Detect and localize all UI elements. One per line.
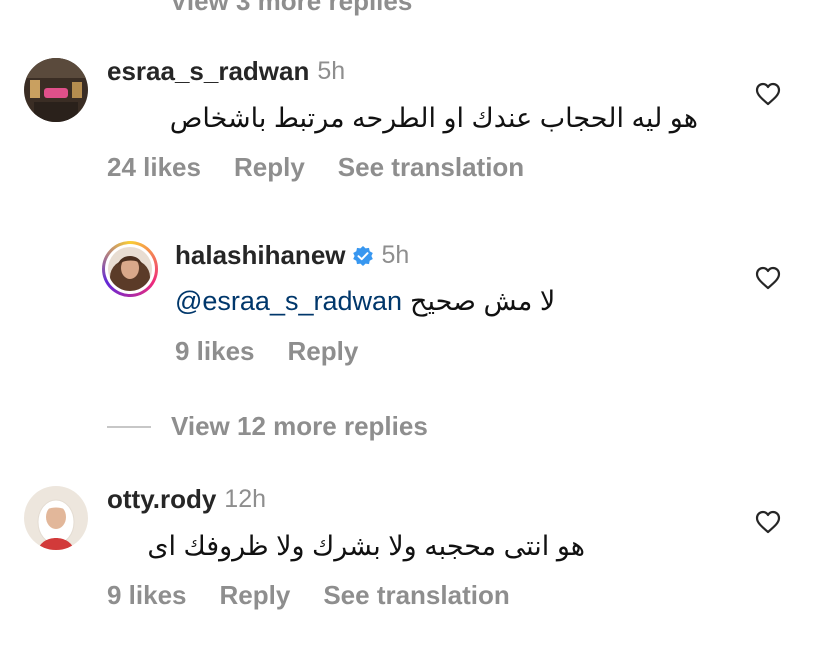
comment-actions: 9 likes Reply	[175, 336, 358, 367]
avatar-esraa[interactable]	[24, 58, 88, 122]
comment-actions: 9 likes Reply See translation	[107, 580, 510, 611]
heart-icon[interactable]	[755, 266, 781, 290]
comment-2-text: @esraa_s_radwan لا مش صحيح	[175, 286, 555, 317]
comment-time: 5h	[381, 241, 410, 269]
avatar-image	[24, 58, 88, 122]
comment-1-header: esraa_s_radwan 5h	[107, 56, 345, 87]
avatar-image	[108, 247, 152, 291]
see-translation-button[interactable]: See translation	[323, 580, 509, 611]
verified-badge-icon	[352, 245, 373, 266]
comment-time: 5h	[317, 57, 346, 85]
comment-text: لا مش صحيح	[410, 286, 556, 316]
see-translation-button[interactable]: See translation	[338, 152, 524, 183]
reply-button[interactable]: Reply	[220, 580, 291, 611]
heart-icon[interactable]	[755, 510, 781, 534]
comment-2-header: halashihanew 5h	[175, 240, 409, 271]
reply-button[interactable]: Reply	[288, 336, 359, 367]
avatar-otty-rody[interactable]	[24, 486, 88, 550]
view-more-divider	[107, 426, 151, 428]
heart-icon[interactable]	[755, 82, 781, 106]
comment-3-header: otty.rody 12h	[107, 484, 266, 515]
comment-text: هو ليه الحجاب عندك او الطرحه مرتبط باشخا…	[169, 103, 698, 133]
comment-username[interactable]: halashihanew	[175, 240, 346, 271]
comment-text: هو انتى محجبه ولا بشرك ولا ظروفك اى	[147, 531, 585, 561]
likes-count[interactable]: 9 likes	[175, 336, 255, 367]
comment-time: 12h	[224, 485, 267, 513]
comment-username[interactable]: esraa_s_radwan	[107, 56, 309, 87]
view-more-replies-link-top[interactable]: View 3 more replies	[170, 0, 412, 17]
view-more-replies-link[interactable]: View 12 more replies	[171, 411, 428, 442]
mention-link[interactable]: @esraa_s_radwan	[175, 286, 402, 317]
comment-actions: 24 likes Reply See translation	[107, 152, 524, 183]
avatar-halashihanew[interactable]	[102, 241, 158, 297]
avatar-image	[24, 486, 88, 550]
likes-count[interactable]: 9 likes	[107, 580, 187, 611]
likes-count[interactable]: 24 likes	[107, 152, 201, 183]
comment-username[interactable]: otty.rody	[107, 484, 216, 515]
reply-button[interactable]: Reply	[234, 152, 305, 183]
